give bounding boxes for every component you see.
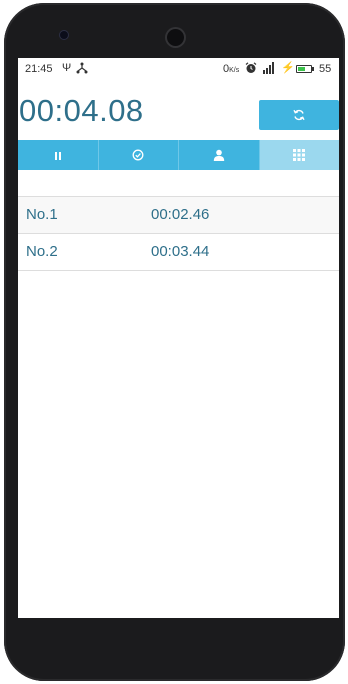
status-bar: 21:45 Ψ 0K/s ⚡ 55 (18, 58, 339, 82)
tab-lap[interactable] (98, 140, 179, 170)
status-time: 21:45 (25, 63, 53, 75)
elapsed-time-display: 00:04.08 (19, 93, 144, 128)
usb-icon: Ψ (62, 62, 72, 74)
list-item[interactable]: No.2 00:03.44 (18, 233, 339, 271)
lap-list: No.1 00:02.46 No.2 00:03.44 (18, 196, 339, 271)
phone-frame: 21:45 Ψ 0K/s ⚡ 55 00:04.08 No.1 00:02.46… (4, 3, 345, 681)
front-camera (167, 29, 184, 46)
tab-bar (18, 140, 339, 170)
battery-icon (296, 65, 312, 73)
front-sensor (60, 31, 68, 39)
tab-grid[interactable] (259, 140, 339, 170)
check-circle-icon (132, 146, 144, 165)
lap-label: No.2 (26, 243, 58, 260)
battery-level (298, 67, 305, 71)
person-icon (213, 146, 225, 165)
grid-icon (293, 146, 306, 165)
data-rate: 0K/s (223, 63, 239, 77)
battery-cap (312, 67, 314, 71)
pause-icon (53, 146, 63, 165)
lap-time: 00:02.46 (151, 206, 210, 223)
tab-profile[interactable] (179, 140, 260, 170)
refresh-icon (293, 106, 305, 125)
alarm-icon (245, 62, 257, 77)
app-screen: 21:45 Ψ 0K/s ⚡ 55 00:04.08 No.1 00:02.46… (18, 58, 339, 618)
charging-icon: ⚡ (281, 62, 295, 74)
tab-pause[interactable] (18, 140, 99, 170)
lap-time: 00:03.44 (151, 243, 210, 260)
reset-button[interactable] (259, 100, 339, 130)
battery-percent: 55 (319, 63, 332, 75)
share-icon (76, 62, 88, 77)
data-rate-unit: K/s (229, 67, 240, 74)
list-item[interactable]: No.1 00:02.46 (18, 196, 339, 233)
signal-icon (261, 62, 277, 77)
lap-label: No.1 (26, 206, 58, 223)
